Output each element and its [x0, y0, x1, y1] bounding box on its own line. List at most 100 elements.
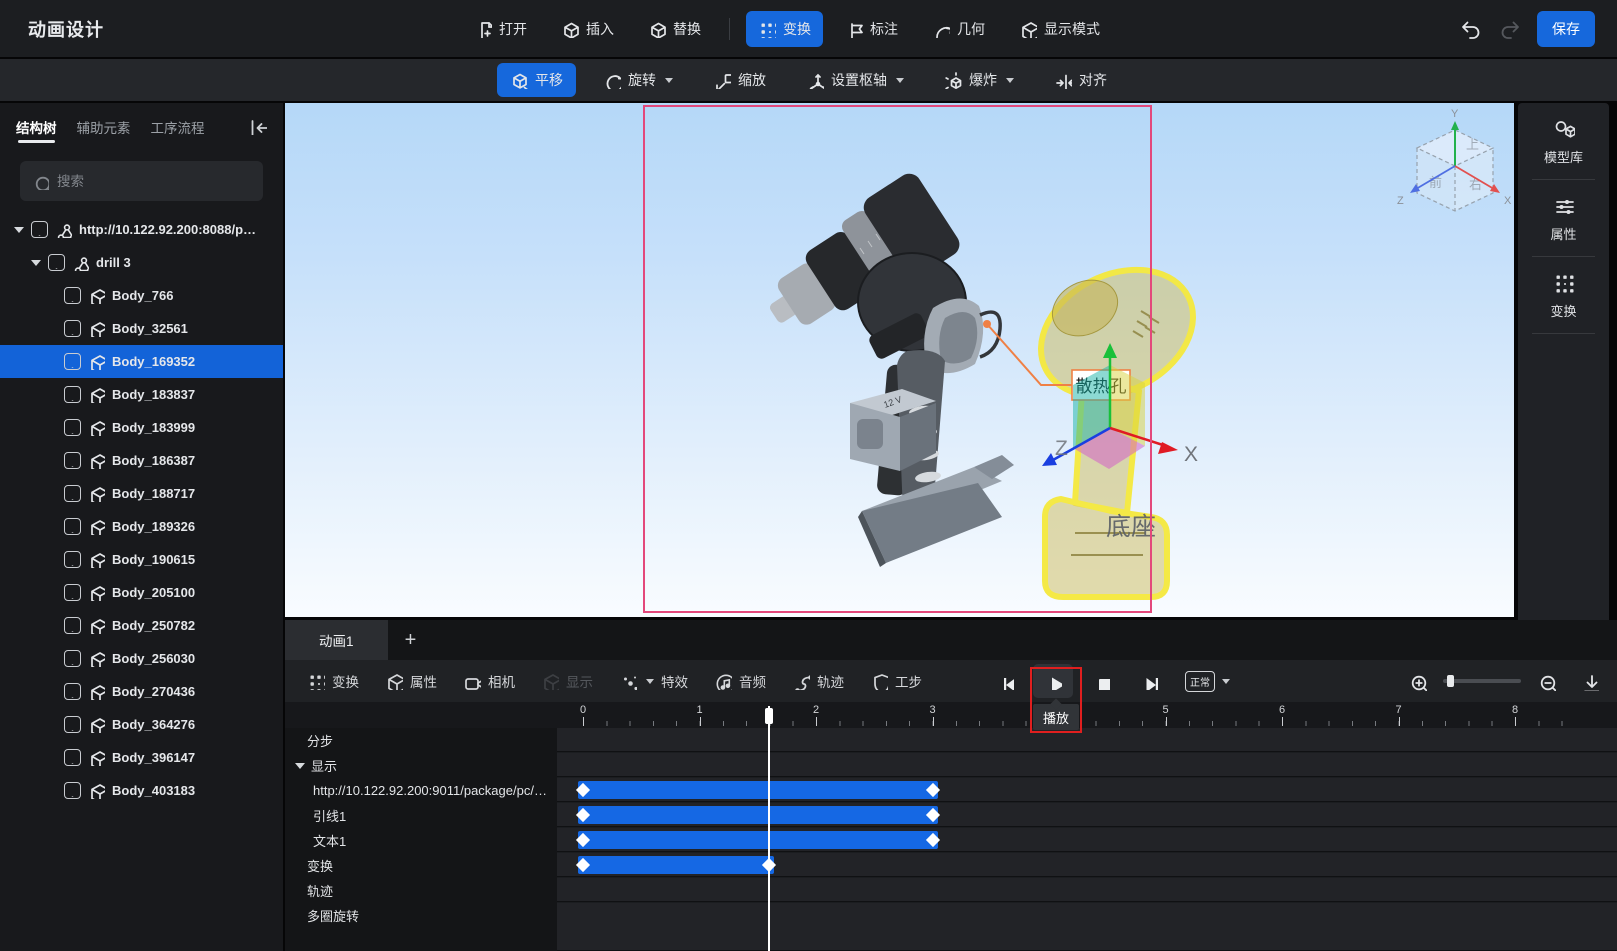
checkbox-checked[interactable] [64, 650, 81, 667]
tool-button-6[interactable]: 对齐 [1041, 63, 1120, 97]
timeline-ruler[interactable]: 012345678 [285, 702, 1617, 728]
add-animation-tab-button[interactable]: + [388, 620, 434, 660]
timeline-zoom-slider[interactable] [1443, 679, 1521, 683]
checkbox-checked[interactable] [31, 221, 48, 238]
right-panel-item-3[interactable]: 变换 [1518, 257, 1609, 333]
checkbox-checked[interactable] [64, 617, 81, 634]
tool-button-1[interactable]: 平移 [497, 63, 576, 97]
search-input[interactable] [57, 174, 227, 189]
playhead[interactable] [768, 706, 770, 951]
track-label-分步[interactable]: 分步 [285, 728, 557, 753]
right-panel-item-1[interactable]: 模型库 [1518, 103, 1609, 179]
checkbox-checked[interactable] [64, 485, 81, 502]
track-bar[interactable] [578, 856, 774, 874]
sidebar-tab-2[interactable]: 辅助元素 [77, 104, 131, 147]
tree-row-Body_188717[interactable]: Body_188717 [0, 477, 283, 510]
checkbox-checked[interactable] [64, 287, 81, 304]
checkbox-checked[interactable] [64, 782, 81, 799]
sidebar-tab-3[interactable]: 工序流程 [151, 104, 205, 147]
track-label-显示[interactable]: 显示 [285, 753, 557, 778]
track-cell[interactable] [557, 778, 1617, 802]
track-cell[interactable] [557, 753, 1617, 777]
prev-frame-button[interactable] [985, 664, 1025, 698]
tree-row-Body_256030[interactable]: Body_256030 [0, 642, 283, 675]
track-label-引线1[interactable]: 引线1 [285, 803, 557, 828]
menu-button-2[interactable]: 插入 [549, 11, 626, 47]
checkbox-checked[interactable] [64, 683, 81, 700]
zoom-in-icon[interactable] [1408, 672, 1427, 691]
checkbox-checked[interactable] [64, 584, 81, 601]
play-button[interactable] [1033, 664, 1073, 698]
download-icon[interactable] [1580, 672, 1599, 691]
tool-button-2[interactable]: 旋转 [590, 63, 686, 97]
menu-button-6[interactable]: 几何 [920, 11, 997, 47]
tool-button-5[interactable]: 爆炸 [931, 63, 1027, 97]
checkbox-checked[interactable] [64, 419, 81, 436]
tree-row-Body_190615[interactable]: Body_190615 [0, 543, 283, 576]
track-cell[interactable] [557, 853, 1617, 877]
next-frame-button[interactable] [1129, 664, 1169, 698]
menu-button-5[interactable]: 标注 [833, 11, 910, 47]
checkbox-checked[interactable] [64, 749, 81, 766]
stop-button[interactable] [1081, 664, 1121, 698]
timeline-tool-2[interactable]: 属性 [385, 671, 437, 691]
timeline-tool-7[interactable]: 轨迹 [792, 671, 844, 691]
timeline-tool-8[interactable]: 工步 [870, 671, 922, 691]
track-cell[interactable] [557, 728, 1617, 752]
undo-icon[interactable] [1459, 18, 1480, 39]
tree-row-Body_270436[interactable]: Body_270436 [0, 675, 283, 708]
tree-row-Body_32561[interactable]: Body_32561 [0, 312, 283, 345]
search-box[interactable] [20, 161, 263, 201]
collapse-sidebar-icon[interactable] [248, 116, 267, 135]
track-label-轨迹[interactable]: 轨迹 [285, 878, 557, 903]
checkbox-checked[interactable] [64, 353, 81, 370]
viewport-3d[interactable]: 12 V [285, 103, 1514, 617]
tree-expand-caret[interactable] [31, 260, 41, 266]
track-cell[interactable] [557, 828, 1617, 852]
tree-row-Body_183837[interactable]: Body_183837 [0, 378, 283, 411]
tree-row-Body_189326[interactable]: Body_189326 [0, 510, 283, 543]
track-bar[interactable] [578, 831, 938, 849]
tool-button-4[interactable]: 设置枢轴 [793, 63, 917, 97]
redo-icon[interactable] [1498, 18, 1519, 39]
playhead-handle[interactable] [765, 708, 773, 724]
tree-row-Body_205100[interactable]: Body_205100 [0, 576, 283, 609]
tree-row-Body_766[interactable]: Body_766 [0, 279, 283, 312]
tree-row-Body_250782[interactable]: Body_250782 [0, 609, 283, 642]
timeline-tool-1[interactable]: 变换 [307, 671, 359, 691]
slider-knob[interactable] [1447, 675, 1454, 687]
zoom-out-icon[interactable] [1537, 672, 1556, 691]
playback-speed-dropdown[interactable]: 正常 [1185, 671, 1230, 692]
view-cube[interactable]: 上 前 右 Y X Z [1397, 108, 1512, 211]
tree-expand-caret[interactable] [14, 227, 24, 233]
sidebar-tab-1[interactable]: 结构树 [16, 104, 57, 147]
drill-exploded-parts[interactable]: 12 V [748, 169, 1014, 567]
tree-row-Body_186387[interactable]: Body_186387 [0, 444, 283, 477]
timeline-tab-animation1[interactable]: 动画1 [285, 620, 388, 660]
track-label-多圈旋转[interactable]: 多圈旋转 [285, 903, 557, 928]
track-cell[interactable] [557, 903, 1617, 951]
track-cell[interactable] [557, 803, 1617, 827]
track-cell[interactable] [557, 878, 1617, 902]
menu-button-1[interactable]: 打开 [462, 11, 539, 47]
timeline-tool-5[interactable]: 特效 [619, 671, 688, 691]
track-bar[interactable] [578, 806, 938, 824]
menu-button-3[interactable]: 替换 [636, 11, 713, 47]
tree-row-Body_403183[interactable]: Body_403183 [0, 774, 283, 807]
checkbox-checked[interactable] [64, 320, 81, 337]
save-button[interactable]: 保存 [1537, 11, 1595, 47]
timeline-tool-6[interactable]: 音频 [714, 671, 766, 691]
tree-row-Body_183999[interactable]: Body_183999 [0, 411, 283, 444]
track-label-http://10.122.92.200:9011/package/pc/3dca...[interactable]: http://10.122.92.200:9011/package/pc/3dc… [285, 778, 557, 803]
menu-button-4[interactable]: 变换 [746, 11, 823, 47]
checkbox-checked[interactable] [64, 452, 81, 469]
tree-row-http://10.122.92.200:8088/pack...[interactable]: http://10.122.92.200:8088/pack... [0, 213, 283, 246]
track-label-变换[interactable]: 变换 [285, 853, 557, 878]
checkbox-checked[interactable] [64, 386, 81, 403]
track-label-文本1[interactable]: 文本1 [285, 828, 557, 853]
tree-row-Body_169352[interactable]: Body_169352 [0, 345, 283, 378]
tree-row-Body_364276[interactable]: Body_364276 [0, 708, 283, 741]
group-expand-caret[interactable] [295, 763, 305, 769]
checkbox-checked[interactable] [64, 716, 81, 733]
track-bar[interactable] [578, 781, 938, 799]
